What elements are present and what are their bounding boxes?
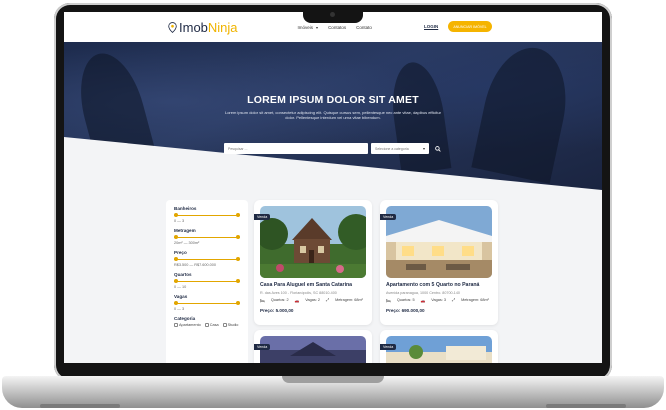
- property-card[interactable]: Venda: [380, 330, 498, 363]
- logo[interactable]: Imob Ninja: [168, 20, 238, 35]
- property-features: 🛏 Quartos: 5 🚗 Vagas: 3 ⤢ Metragem: 68m²: [386, 298, 496, 303]
- property-card[interactable]: Venda Apartamento com 5 Quarto no Paraná…: [380, 200, 498, 325]
- area-icon: ⤢: [452, 298, 456, 302]
- category-select[interactable]: Selecione a categoria ▾: [371, 143, 429, 154]
- property-image: [260, 206, 366, 278]
- filter-label: Metragem: [174, 228, 196, 233]
- car-icon: 🚗: [420, 299, 426, 303]
- category-checkbox-casa[interactable]: Casa: [204, 323, 219, 327]
- category-title: Categoria: [174, 316, 196, 321]
- filter-label: Preço: [174, 250, 187, 255]
- property-image: [260, 336, 366, 363]
- bed-icon: 🛏: [260, 299, 265, 303]
- checkbox-label: Apartamento: [179, 323, 201, 327]
- property-address: R. das Aves 100 - Florianópolis, SC 8801…: [260, 291, 337, 295]
- hero-title: LOREM IPSUM DOLOR SIT AMET: [247, 94, 419, 106]
- property-card[interactable]: Venda: [254, 330, 372, 363]
- status-badge: Venda: [380, 214, 397, 220]
- hero-banner: LOREM IPSUM DOLOR SIT AMET Lorem ipsum d…: [64, 42, 602, 190]
- menu-item-contato[interactable]: Contato: [356, 25, 372, 30]
- feature-metragem: Metragem: 68m²: [335, 298, 363, 302]
- camera-icon: [330, 12, 335, 17]
- area-icon: ⤢: [326, 298, 330, 302]
- filter-label: Quartos: [174, 272, 192, 277]
- login-link[interactable]: LOGIN: [424, 24, 438, 29]
- range-slider[interactable]: [174, 301, 240, 305]
- checkbox-label: Casa: [209, 323, 219, 327]
- bed-icon: 🛏: [386, 299, 391, 303]
- filter-label: Vagas: [174, 294, 188, 299]
- range-slider[interactable]: [174, 279, 240, 283]
- feature-vagas: Vagas: 2: [305, 298, 321, 302]
- category-checkbox-apartamento[interactable]: Apartamento: [174, 323, 201, 327]
- filter-quartos: Quartos 0 — 10: [174, 272, 240, 289]
- filter-label: Banheiros: [174, 206, 197, 211]
- chevron-down-icon: ▾: [422, 146, 425, 151]
- filter-range-value: 0 — 3: [174, 307, 185, 311]
- filter-range-value: 0 — 10: [174, 285, 187, 289]
- filter-range-value: 0 — 3: [174, 219, 185, 223]
- menu-item-contatos[interactable]: Contatos: [328, 25, 346, 30]
- category-select-placeholder: Selecione a categoria: [375, 146, 409, 151]
- category-checkbox-studio[interactable]: Studio: [222, 323, 239, 327]
- property-price: Preço: 5.000,00: [260, 308, 294, 313]
- property-address: Avenida paranagua, 1000 Centro. 80700-14…: [386, 291, 460, 295]
- browser-viewport: Imob Ninja Imóveis ▾ Contatos Contato LOG…: [64, 12, 602, 363]
- announce-property-button[interactable]: ANUNCIAR IMÓVEL: [448, 21, 492, 32]
- laptop-base-notch: [282, 376, 384, 383]
- property-card[interactable]: Venda Casa Para Aluguel em Santa Catarin…: [254, 200, 372, 325]
- category-checkboxes: Apartamento Casa Studio: [174, 323, 240, 327]
- laptop-foot: [40, 404, 120, 408]
- feature-metragem: Metragem: 68m²: [461, 298, 489, 302]
- status-badge: Venda: [254, 214, 271, 220]
- property-title[interactable]: Casa Para Aluguel em Santa Catarina: [260, 282, 370, 288]
- chevron-down-icon[interactable]: ▾: [316, 25, 318, 30]
- main-menu: Imóveis ▾ Contatos Contato: [298, 25, 372, 30]
- property-image: [386, 206, 492, 278]
- filter-vagas: Vagas 0 — 3: [174, 294, 240, 311]
- filter-banheiros: Banheiros 0 — 3: [174, 206, 240, 223]
- search-icon: [434, 145, 441, 152]
- range-slider[interactable]: [174, 235, 240, 239]
- filter-preco: Preço R$3.500 — R$7.600.000: [174, 250, 240, 267]
- feature-quartos: Quartos: 2: [270, 298, 289, 302]
- map-pin-icon: [168, 21, 177, 33]
- search-input[interactable]: Pesquisar ...: [224, 143, 368, 154]
- status-badge: Venda: [380, 344, 397, 350]
- feature-vagas: Vagas: 3: [431, 298, 447, 302]
- range-slider[interactable]: [174, 257, 240, 261]
- logo-text-part2: Ninja: [207, 19, 238, 35]
- logo-text-part1: Imob: [179, 19, 208, 35]
- filters-panel: Banheiros 0 — 3 Metragem 20m² — 300m² Pr…: [166, 200, 248, 363]
- checkbox-label: Studio: [227, 323, 239, 327]
- filter-range-value: 20m² — 300m²: [174, 241, 200, 245]
- filter-range-value: R$3.500 — R$7.600.000: [174, 263, 217, 267]
- menu-item-imoveis[interactable]: Imóveis: [298, 25, 314, 30]
- laptop-frame: Imob Ninja Imóveis ▾ Contatos Contato LOG…: [0, 0, 666, 410]
- range-slider[interactable]: [174, 213, 240, 217]
- car-icon: 🚗: [294, 299, 300, 303]
- filter-metragem: Metragem 20m² — 300m²: [174, 228, 240, 245]
- property-title[interactable]: Apartamento com 5 Quarto no Paraná: [386, 282, 496, 288]
- property-image: [386, 336, 492, 363]
- status-badge: Venda: [254, 344, 271, 350]
- hero-subtitle: Lorem ipsum dolor sit amet, consectetur …: [224, 110, 442, 120]
- laptop-foot: [546, 404, 626, 408]
- property-features: 🛏 Quartos: 2 🚗 Vagas: 2 ⤢ Metragem: 68m²: [260, 298, 370, 303]
- search-button[interactable]: [432, 143, 443, 154]
- property-price: Preço: 690.000,00: [386, 308, 425, 313]
- feature-quartos: Quartos: 5: [396, 298, 415, 302]
